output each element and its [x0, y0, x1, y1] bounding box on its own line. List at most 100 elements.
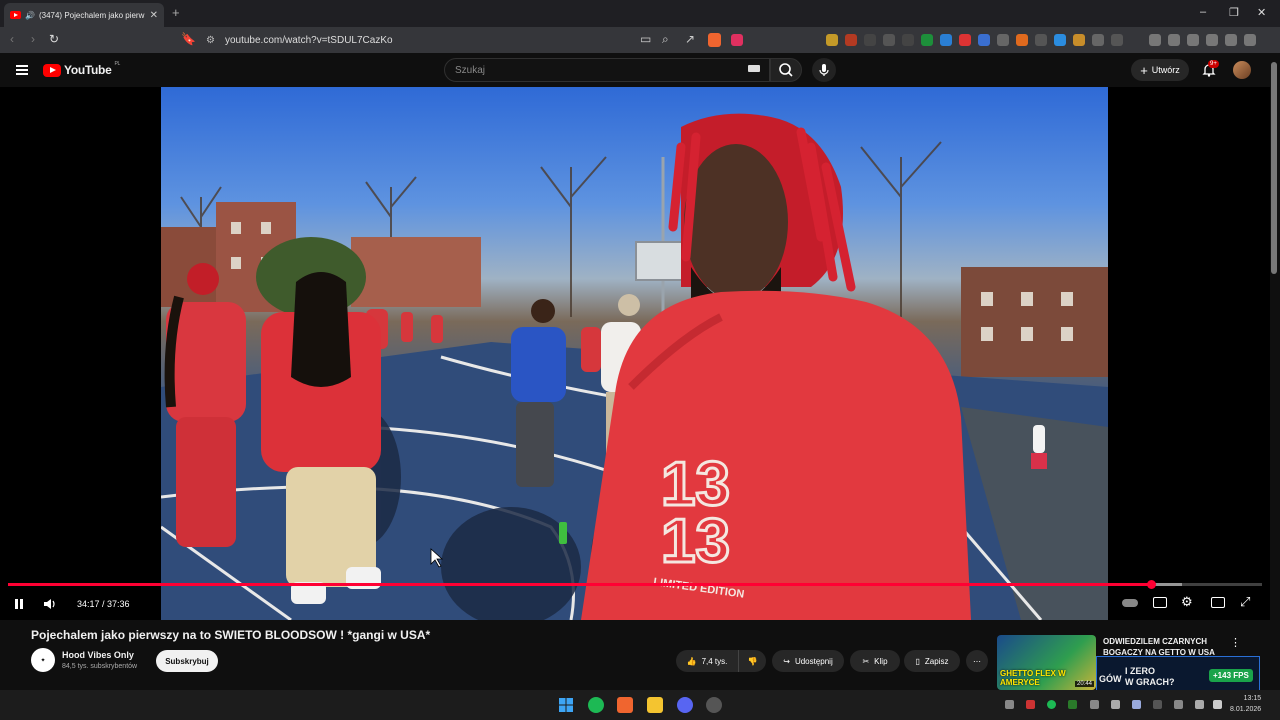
extension-icon[interactable]	[826, 34, 838, 46]
share-page-icon[interactable]: ↗	[685, 32, 695, 46]
address-bar[interactable]: ⚙ youtube.com/watch?v=tSDUL7CazKo	[200, 30, 760, 50]
reload-icon[interactable]: ↻	[49, 32, 59, 46]
tray-icon[interactable]	[1005, 700, 1014, 709]
speaker-icon[interactable]	[1213, 700, 1222, 709]
create-label: Utwórz	[1151, 65, 1180, 75]
brave-shield-icon[interactable]	[708, 33, 721, 47]
extension-icon[interactable]	[997, 34, 1009, 46]
extension-icon[interactable]	[883, 34, 895, 46]
share-button[interactable]: ↪ Udostępnij	[772, 650, 844, 672]
fullscreen-icon[interactable]: ⤢	[1240, 594, 1250, 610]
tray-icon[interactable]	[1111, 700, 1120, 709]
wallet-icon[interactable]	[1187, 34, 1199, 46]
clock[interactable]: 13:15 8.01.2026	[1230, 693, 1261, 715]
spotify-icon[interactable]	[588, 697, 604, 713]
save-button[interactable]: ▯ Zapisz	[904, 650, 960, 672]
steam-icon[interactable]	[706, 697, 722, 713]
search-input[interactable]: Szukaj	[444, 58, 770, 82]
close-tab-icon[interactable]: ✕	[150, 10, 158, 21]
progress-bar[interactable]	[8, 580, 1262, 589]
dislike-button[interactable]: 👎	[738, 650, 766, 672]
user-avatar[interactable]	[1233, 61, 1251, 79]
audio-icon[interactable]: 🔊	[25, 11, 35, 20]
volume-icon[interactable]	[43, 598, 56, 610]
extension-icon[interactable]	[940, 34, 952, 46]
recommended-video-title[interactable]: ODWIEDZILEM CZARNYCH BOGACZY NA GETTO W …	[1103, 636, 1223, 658]
minimize-icon[interactable]: –	[1200, 6, 1206, 18]
voice-search-button[interactable]	[812, 58, 836, 82]
extension-icon[interactable]	[864, 34, 876, 46]
youtube-play-icon	[43, 63, 61, 77]
video-duration: 20:44	[1074, 681, 1094, 687]
extension-icon[interactable]	[1035, 34, 1047, 46]
forward-icon[interactable]: ›	[31, 32, 35, 46]
leo-ai-icon[interactable]	[1206, 34, 1218, 46]
video-frame[interactable]: 13 13 LIMITED EDITION	[161, 87, 1108, 620]
site-info-icon[interactable]: ⚙	[206, 35, 215, 46]
more-vertical-icon[interactable]: ⋮	[1230, 636, 1241, 649]
extension-icon[interactable]	[1111, 34, 1123, 46]
tray-icon[interactable]	[1068, 700, 1077, 709]
create-button[interactable]: + Utwórz	[1131, 59, 1189, 81]
page-scrollbar[interactable]	[1271, 62, 1277, 274]
search-button[interactable]	[770, 58, 802, 82]
new-tab-icon[interactable]: +	[172, 5, 180, 20]
share-icon: ↪	[783, 656, 790, 666]
browser-menu-icon[interactable]	[1244, 34, 1256, 46]
more-horizontal-icon: ⋯	[973, 656, 981, 666]
theater-mode-icon[interactable]	[1211, 597, 1225, 608]
windows-start-icon[interactable]	[558, 697, 574, 713]
extension-icon[interactable]	[1016, 34, 1028, 46]
microphone-tray-icon[interactable]	[1174, 700, 1183, 709]
tray-icon[interactable]	[1132, 700, 1141, 709]
extension-icon[interactable]	[978, 34, 990, 46]
zoom-icon[interactable]: ⌕	[662, 32, 669, 47]
subscribe-button[interactable]: Subskrybuj	[156, 650, 218, 672]
time-display: 34:17 / 37:36	[77, 599, 130, 609]
extension-icon[interactable]	[1054, 34, 1066, 46]
extensions-puzzle-icon[interactable]	[1092, 34, 1104, 46]
like-button[interactable]: 👍 7,4 tys.	[676, 650, 738, 672]
extension-icon[interactable]	[845, 34, 857, 46]
channel-name[interactable]: Hood Vibes Only	[62, 650, 134, 660]
vpn-icon[interactable]	[1225, 34, 1237, 46]
sidebar-icon[interactable]	[1168, 34, 1180, 46]
file-explorer-icon[interactable]	[647, 697, 663, 713]
discord-icon[interactable]	[677, 697, 693, 713]
cast-icon[interactable]: ▭	[640, 32, 651, 46]
network-icon[interactable]	[1195, 700, 1204, 709]
hamburger-menu-icon[interactable]	[16, 65, 28, 75]
tray-icon[interactable]	[1153, 700, 1162, 709]
youtube-logo[interactable]: YouTube PL	[43, 61, 120, 77]
maximize-icon[interactable]: ❐	[1229, 6, 1239, 19]
extension-icon[interactable]	[921, 34, 933, 46]
autoplay-toggle[interactable]	[1122, 599, 1138, 607]
tray-icon[interactable]	[1090, 700, 1099, 709]
bookmark-icon[interactable]: 🔖	[181, 32, 196, 46]
video-player[interactable]: 13 13 LIMITED EDITION 34:17 / 37:36 ⚙ ⤢	[0, 87, 1270, 620]
browser-tab[interactable]: 🔊 (3474) Pojechalem jako pierw ✕	[4, 3, 164, 27]
more-actions-button[interactable]: ⋯	[966, 650, 988, 672]
media-control-icon[interactable]	[1149, 34, 1161, 46]
clock-date: 8.01.2026	[1230, 706, 1262, 713]
tray-icon[interactable]	[1026, 700, 1035, 709]
close-window-icon[interactable]: ✕	[1257, 6, 1266, 19]
scrubber-handle[interactable]	[1147, 580, 1157, 589]
brave-rewards-icon[interactable]	[731, 34, 743, 46]
tray-spotify-icon[interactable]	[1047, 700, 1056, 709]
recommended-video-thumbnail[interactable]: GHETTO FLEX W AMERYCE 20:44	[997, 635, 1096, 690]
back-icon[interactable]: ‹	[10, 32, 14, 46]
settings-gear-icon[interactable]: ⚙	[1181, 594, 1193, 610]
extension-icon[interactable]	[1073, 34, 1085, 46]
channel-avatar[interactable]: ✦	[31, 648, 55, 672]
keyboard-icon[interactable]	[748, 65, 760, 72]
brave-browser-icon[interactable]	[617, 697, 633, 713]
clip-button[interactable]: ✂ Klip	[850, 650, 900, 672]
youtube-header: YouTube PL Szukaj + Utwórz 9+	[0, 53, 1280, 87]
extension-icon[interactable]	[902, 34, 914, 46]
subtitles-icon[interactable]	[1153, 597, 1167, 608]
pause-icon[interactable]	[13, 598, 25, 610]
fps-badge: +143 FPS	[1209, 669, 1253, 682]
extension-icon[interactable]	[959, 34, 971, 46]
tab-title: (3474) Pojechalem jako pierw	[38, 10, 145, 20]
